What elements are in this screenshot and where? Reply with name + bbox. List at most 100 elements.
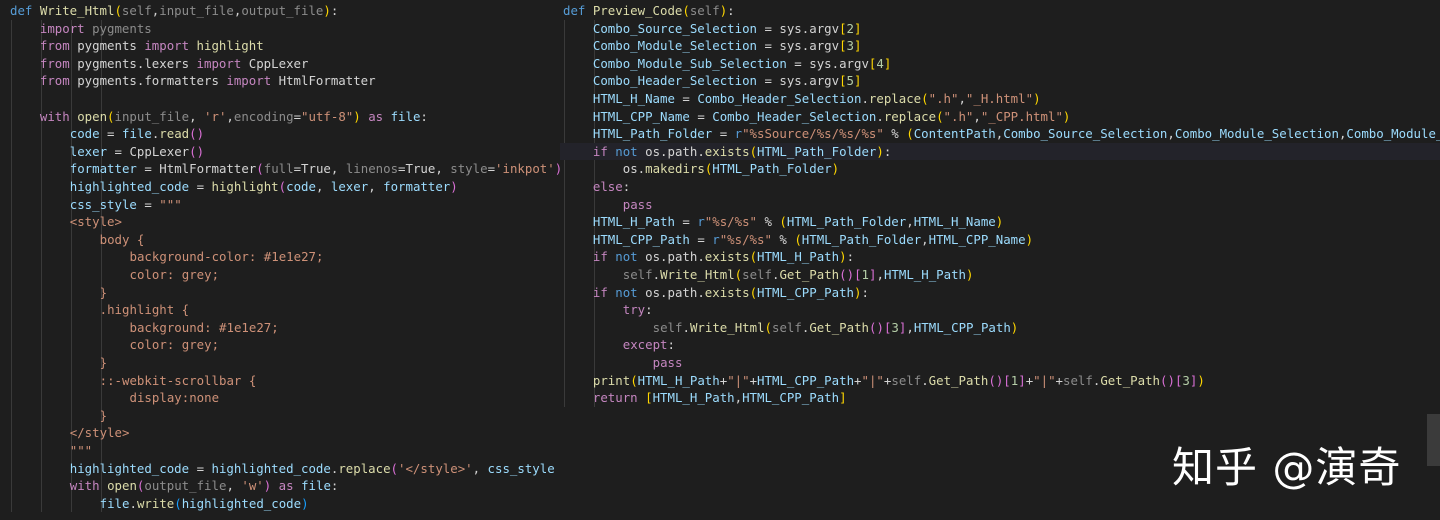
code-line[interactable]: lexer = CppLexer() (0, 143, 560, 161)
code-token: , (330, 161, 346, 177)
code-token: ".h" (928, 91, 959, 106)
code-line[interactable]: HTML_CPP_Path = r"%s/%s" % (HTML_Path_Fo… (560, 231, 1440, 249)
code-token: HTML_CPP_Path (913, 319, 1011, 335)
code-token: replace (868, 91, 922, 106)
code-token: file (301, 478, 331, 494)
code-token: code (286, 179, 316, 194)
code-token: ] (883, 55, 892, 71)
code-line[interactable]: <style> (0, 213, 560, 231)
code-token: Get_Path (809, 319, 870, 335)
code-line[interactable]: pass (560, 196, 1440, 214)
code-token: HTML_Path_Folder (712, 161, 832, 177)
code-token: 3 (891, 319, 899, 335)
code-line[interactable] (0, 90, 560, 108)
code-token: pygments (77, 38, 145, 54)
code-token: () (189, 126, 205, 142)
code-token: encoding (233, 108, 294, 124)
code-line[interactable]: ::-webkit-scrollbar { (0, 372, 560, 390)
code-token: , (189, 108, 205, 124)
code-line[interactable]: background: #1e1e27; (0, 319, 560, 337)
code-line[interactable]: color: grey; (0, 266, 560, 284)
code-line[interactable]: code = file.read() (0, 125, 560, 143)
code-token: r (712, 231, 720, 247)
code-line[interactable]: Combo_Module_Selection = sys.argv[3] (560, 37, 1440, 55)
code-line[interactable]: from pygments.formatters import HtmlForm… (0, 72, 560, 90)
code-token: . (861, 91, 869, 106)
code-line[interactable]: import pygments (0, 20, 560, 38)
code-line[interactable]: """ (0, 442, 560, 460)
code-line[interactable]: print(HTML_H_Path+"|"+HTML_CPP_Path+"|"+… (560, 372, 1440, 390)
code-line[interactable]: highlighted_code = highlighted_code.repl… (0, 460, 560, 478)
code-token: ( (749, 249, 758, 265)
code-line[interactable]: .highlight { (0, 301, 560, 319)
code-line[interactable]: HTML_CPP_Name = Combo_Header_Selection.r… (560, 108, 1440, 126)
code-line[interactable]: body { (0, 231, 560, 249)
code-token: def (10, 3, 40, 18)
code-line[interactable]: with open(output_file, 'w') as file: (0, 477, 560, 495)
code-token: ) (1197, 372, 1205, 388)
code-token: ( (630, 372, 638, 388)
code-line[interactable]: return [HTML_H_Path,HTML_CPP_Path] (560, 389, 1440, 407)
code-line[interactable]: Combo_Source_Selection = sys.argv[2] (560, 20, 1440, 38)
code-line[interactable]: def Write_Html(self,input_file,output_fi… (0, 2, 560, 20)
code-line[interactable]: def Preview_Code(self): (560, 2, 1440, 20)
code-line[interactable]: pass (560, 354, 1440, 372)
code-token: } (99, 407, 108, 423)
code-token: ) (839, 249, 847, 265)
code-line[interactable]: os.makedirs(HTML_Path_Folder) (560, 160, 1440, 178)
code-line[interactable]: from pygments import highlight (0, 37, 560, 55)
code-line[interactable]: file.write(highlighted_code) (0, 495, 560, 513)
code-token: HTML_CPP_Name (592, 108, 690, 124)
code-token: output_file (241, 3, 324, 18)
code-token: ContentPath (913, 126, 996, 142)
code-line[interactable]: </style> (0, 424, 560, 442)
code-line[interactable]: HTML_H_Name = Combo_Header_Selection.rep… (560, 90, 1440, 108)
code-token: r (734, 126, 743, 142)
code-line[interactable]: css_style = """ (0, 196, 560, 214)
code-token: () (189, 143, 205, 159)
code-line[interactable]: Combo_Header_Selection = sys.argv[5] (560, 72, 1440, 90)
code-line[interactable]: with open(input_file, 'r',encoding="utf-… (0, 108, 560, 126)
code-token: "%s/%s" (704, 214, 758, 230)
code-token: 'r' (204, 108, 227, 124)
code-token: 2 (846, 20, 855, 36)
code-token: HTML_H_Path (757, 249, 840, 265)
code-token: ) (1025, 231, 1034, 247)
code-line[interactable]: } (0, 284, 560, 302)
code-line[interactable]: highlighted_code = highlight(code, lexer… (0, 178, 560, 196)
code-token: ] (854, 20, 862, 36)
code-line[interactable]: if not os.path.exists(HTML_CPP_Path): (560, 284, 1440, 302)
code-line[interactable]: color: grey; (0, 336, 560, 354)
code-token: ( (682, 3, 690, 18)
code-line[interactable]: else: (560, 178, 1440, 196)
code-line[interactable]: try: (560, 301, 1440, 319)
code-token: = (757, 38, 780, 54)
code-line[interactable]: HTML_H_Path = r"%s/%s" % (HTML_Path_Fold… (560, 213, 1440, 231)
code-token: , (472, 460, 488, 476)
code-token: Get_Path (1100, 372, 1161, 388)
code-line[interactable]: self.Write_Html(self.Get_Path()[1],HTML_… (560, 266, 1440, 284)
code-line[interactable]: if not os.path.exists(HTML_H_Path): (560, 248, 1440, 266)
code-pane-left[interactable]: def Write_Html(self,input_file,output_fi… (0, 0, 560, 520)
code-line[interactable]: background-color: #1e1e27; (0, 248, 560, 266)
code-line[interactable]: except: (560, 336, 1440, 354)
scrollbar-thumb[interactable] (1427, 414, 1440, 466)
code-line[interactable]: from pygments.lexers import CppLexer (0, 55, 560, 73)
code-token: HTML_CPP_Path (742, 390, 840, 406)
code-token: if (592, 284, 616, 300)
code-line[interactable]: Combo_Module_Sub_Selection = sys.argv[4] (560, 55, 1440, 73)
code-line[interactable]: formatter = HtmlFormatter(full=True, lin… (0, 160, 560, 178)
code-line[interactable]: display:none (0, 389, 560, 407)
code-token: return (592, 390, 646, 406)
code-token: HTML_Path_Folder (801, 231, 922, 247)
code-line[interactable]: self.Write_Html(self.Get_Path()[3],HTML_… (560, 319, 1440, 337)
code-token: '</style>' (398, 460, 473, 476)
code-line[interactable]: if not os.path.exists(HTML_Path_Folder): (560, 142, 1440, 161)
code-line[interactable]: } (0, 354, 560, 372)
code-token: """ (69, 443, 93, 458)
code-line[interactable]: } (0, 407, 560, 425)
code-token: = (674, 91, 698, 106)
code-line[interactable]: HTML_Path_Folder = r"%sSource/%s/%s/%s" … (560, 125, 1440, 143)
code-token: if (592, 249, 616, 265)
code-token: ( (256, 161, 264, 177)
